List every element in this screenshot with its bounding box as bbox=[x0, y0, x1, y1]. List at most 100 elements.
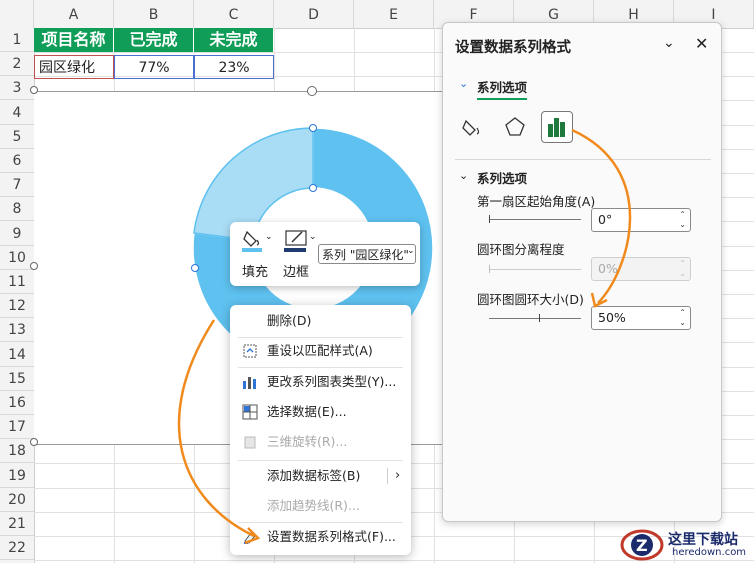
hole-size-label: 圆环图圆环大小(D) bbox=[477, 292, 584, 307]
header-completed[interactable]: 已完成 bbox=[114, 28, 194, 52]
chart-resize-handle-bottomleft[interactable] bbox=[30, 438, 38, 446]
column-b[interactable]: B bbox=[114, 0, 194, 28]
row-header-17[interactable]: 17 bbox=[0, 415, 34, 440]
row-header-19[interactable]: 19 bbox=[0, 464, 34, 488]
series-selection-handle[interactable] bbox=[191, 264, 199, 272]
hole-size-value: 50% bbox=[598, 310, 626, 325]
menu-item-3d-rotation: 三维旋转(R)... bbox=[230, 430, 411, 454]
series-select[interactable]: 系列 "园区绿化" bbox=[318, 244, 416, 264]
explosion-spinner: 0% ⌃ ⌄ bbox=[591, 257, 691, 281]
column-e[interactable]: E bbox=[354, 0, 434, 28]
context-menu: 删除(D) 重设以匹配样式(A) 更改系列图表类型(Y)... 选择数据(E).… bbox=[230, 305, 411, 555]
menu-item-change-chart-type[interactable]: 更改系列图表类型(Y)... bbox=[230, 370, 411, 394]
row-header-22[interactable]: 22 bbox=[0, 536, 34, 561]
chart-resize-handle-left[interactable] bbox=[30, 262, 38, 270]
row-header-6[interactable]: 6 bbox=[0, 149, 34, 173]
row-header-20[interactable]: 20 bbox=[0, 488, 34, 512]
hole-size-spinner[interactable]: 50% ⌃ ⌄ bbox=[591, 306, 691, 330]
format-series-icon bbox=[244, 532, 256, 544]
start-angle-label: 第一扇区起始角度(A) bbox=[477, 194, 596, 209]
row-header-21[interactable]: 21 bbox=[0, 512, 34, 536]
menu-divider bbox=[238, 460, 403, 461]
watermark-url: heredown.com bbox=[672, 547, 747, 558]
menu-item-delete[interactable]: 删除(D) bbox=[230, 309, 411, 333]
series-select-value: 系列 "园区绿化" bbox=[322, 248, 409, 262]
border-dropdown-icon[interactable]: ⌄ bbox=[309, 232, 317, 242]
column-a[interactable]: A bbox=[34, 0, 114, 28]
fill-line-icon[interactable] bbox=[461, 115, 487, 139]
tab-series-options[interactable]: 系列选项 bbox=[477, 77, 527, 96]
column-c[interactable]: C bbox=[194, 0, 274, 28]
menu-item-label: 重设以匹配样式(A) bbox=[267, 343, 373, 358]
cell-b2[interactable]: 77% bbox=[114, 55, 194, 79]
menu-item-reset-style[interactable]: 重设以匹配样式(A) bbox=[230, 339, 411, 363]
tab-chevron-icon[interactable]: ⌄ bbox=[459, 77, 468, 90]
pane-title: 设置数据系列格式 bbox=[455, 40, 571, 56]
row-header-3[interactable]: 3 bbox=[0, 76, 34, 101]
start-angle-slider[interactable] bbox=[489, 215, 581, 223]
start-angle-value: 0° bbox=[598, 212, 613, 227]
cell-a2[interactable]: 园区绿化 bbox=[34, 55, 114, 79]
row-header-5[interactable]: 5 bbox=[0, 125, 34, 149]
start-angle-spinner[interactable]: 0° ⌃ ⌄ bbox=[591, 208, 691, 232]
series-selection-handle[interactable] bbox=[309, 184, 317, 192]
border-pen-icon[interactable] bbox=[284, 228, 308, 252]
row-header-9[interactable]: 9 bbox=[0, 222, 34, 246]
pane-divider bbox=[455, 159, 711, 160]
menu-item-label: 三维旋转(R)... bbox=[267, 434, 348, 449]
site-logo-icon: Z bbox=[620, 529, 664, 561]
section-chevron-icon[interactable]: ⌄ bbox=[459, 169, 468, 182]
row-header-2[interactable]: 2 bbox=[0, 52, 34, 77]
menu-item-label: 添加趋势线(R)... bbox=[267, 498, 360, 513]
explosion-value: 0% bbox=[598, 261, 618, 276]
row-header-8[interactable]: 8 bbox=[0, 197, 34, 222]
row-header-16[interactable]: 16 bbox=[0, 391, 34, 415]
spin-up-icon[interactable]: ⌃ bbox=[679, 210, 686, 219]
menu-item-select-data[interactable]: 选择数据(E)... bbox=[230, 400, 411, 424]
spin-up-icon[interactable]: ⌃ bbox=[679, 308, 686, 317]
menu-item-add-data-labels[interactable]: 添加数据标签(B) › bbox=[230, 464, 411, 488]
row-header-7[interactable]: 7 bbox=[0, 173, 34, 198]
menu-item-label: 选择数据(E)... bbox=[267, 404, 347, 419]
column-d[interactable]: D bbox=[274, 0, 354, 28]
series-select-chevron-icon[interactable]: ⌄ bbox=[407, 246, 415, 256]
row-header-12[interactable]: 12 bbox=[0, 294, 34, 319]
spin-down-icon[interactable]: ⌄ bbox=[679, 318, 686, 327]
tab-underline bbox=[477, 98, 527, 100]
menu-item-label: 更改系列图表类型(Y)... bbox=[267, 374, 397, 389]
select-data-icon bbox=[242, 404, 258, 420]
row-header-15[interactable]: 15 bbox=[0, 367, 34, 391]
header-project-name[interactable]: 项目名称 bbox=[34, 28, 114, 52]
spin-down-icon[interactable]: ⌄ bbox=[679, 220, 686, 229]
row-header-14[interactable]: 14 bbox=[0, 343, 34, 367]
submenu-chevron-icon[interactable]: › bbox=[395, 464, 400, 488]
fill-dropdown-icon[interactable]: ⌄ bbox=[265, 232, 273, 242]
chart-resize-handle-top[interactable] bbox=[307, 86, 317, 96]
chart-resize-handle-topleft[interactable] bbox=[30, 86, 38, 94]
close-icon[interactable]: ✕ bbox=[695, 34, 708, 53]
series-selection-handle[interactable] bbox=[309, 124, 317, 132]
menu-item-format-data-series[interactable]: 设置数据系列格式(F)... bbox=[230, 525, 411, 549]
effects-pentagon-icon[interactable] bbox=[503, 115, 527, 139]
pane-options-chevron-icon[interactable]: ⌄ bbox=[663, 35, 675, 51]
row-header-11[interactable]: 11 bbox=[0, 270, 34, 294]
cell-c2[interactable]: 23% bbox=[194, 55, 274, 79]
bar-chart-icon bbox=[548, 118, 565, 137]
header-uncompleted[interactable]: 未完成 bbox=[194, 28, 274, 52]
menu-divider bbox=[238, 337, 403, 338]
spin-up-icon: ⌃ bbox=[679, 259, 686, 268]
mini-toolbar: ⌄ 填充 ⌄ 边框 系列 "园区绿化" ⌄ bbox=[230, 222, 420, 286]
series-options-tab-button[interactable] bbox=[541, 111, 573, 143]
hole-size-slider[interactable] bbox=[489, 314, 581, 322]
section-series-options[interactable]: 系列选项 bbox=[477, 168, 527, 187]
row-header-4[interactable]: 4 bbox=[0, 101, 34, 125]
row-header-1[interactable]: 1 bbox=[0, 28, 34, 52]
row-header-18[interactable]: 18 bbox=[0, 439, 34, 464]
select-all-corner[interactable] bbox=[0, 0, 34, 28]
fill-bucket-icon[interactable] bbox=[242, 228, 264, 252]
explosion-label: 圆环图分离程度 bbox=[477, 242, 565, 257]
format-data-series-pane: 设置数据系列格式 ⌄ ✕ ⌄ 系列选项 ⌄ 系列选项 第一扇区起始角度(A) 0… bbox=[442, 22, 722, 522]
row-header-10[interactable]: 10 bbox=[0, 246, 34, 270]
reset-icon bbox=[243, 344, 257, 358]
row-header-13[interactable]: 13 bbox=[0, 318, 34, 343]
